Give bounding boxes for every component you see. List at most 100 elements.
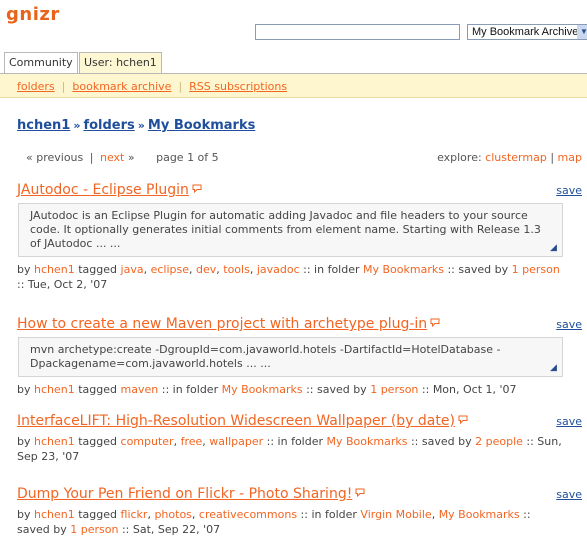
comment-bubble-icon[interactable] (458, 414, 468, 425)
meta-user-link[interactable]: hchen1 (34, 508, 75, 521)
clustermap-link[interactable]: clustermap (485, 151, 547, 164)
meta-user-link[interactable]: hchen1 (34, 383, 75, 396)
meta-in-folder: :: in folder (300, 508, 357, 521)
saved-count-link[interactable]: 1 person (512, 263, 560, 276)
previous-arrow: « (26, 151, 33, 164)
tab-community[interactable]: Community (4, 52, 78, 73)
tag-link[interactable]: dev (196, 263, 216, 276)
comment-bubble-icon[interactable] (430, 317, 440, 328)
meta-by: by (17, 508, 31, 521)
bookmark-description: mvn archetype:create -DgroupId=com.javaw… (18, 337, 563, 377)
breadcrumb: hchen1» folders» My Bookmarks (17, 118, 255, 133)
next-arrow: » (127, 151, 135, 164)
chevron-down-icon[interactable]: ▼ (577, 25, 587, 39)
meta-tagged: tagged (78, 435, 118, 448)
folder-link[interactable]: Virgin Mobile (360, 508, 431, 521)
subnav-divider: | (178, 80, 183, 93)
comment-bubble-icon[interactable] (355, 487, 365, 498)
bookmark-title-link[interactable]: How to create a new Maven project with a… (17, 316, 427, 332)
meta-saved-by: :: saved by (306, 383, 367, 396)
tag-link[interactable]: computer (121, 435, 174, 448)
tag-link[interactable]: javadoc (257, 263, 300, 276)
explore-label: explore: (437, 151, 482, 164)
breadcrumb-current-link[interactable]: My Bookmarks (148, 118, 255, 133)
save-link[interactable]: save (556, 415, 582, 428)
bookmark-meta: by hchen1 tagged flickr, photos, creativ… (17, 507, 562, 537)
subnav-folders-link[interactable]: folders (17, 80, 55, 93)
bookmark-title-link[interactable]: InterfaceLIFT: High-Resolution Widescree… (17, 413, 455, 429)
save-link[interactable]: save (556, 488, 582, 501)
tag-comma: , (249, 263, 257, 276)
folder-link[interactable]: My Bookmarks (327, 435, 408, 448)
explore-links: explore: clustermap | map (437, 151, 582, 164)
folder-link[interactable]: My Bookmarks (363, 263, 444, 276)
meta-by: by (17, 263, 31, 276)
tag-link[interactable]: free (181, 435, 203, 448)
description-text: mvn archetype:create -DgroupId=com.javaw… (30, 343, 501, 370)
tag-comma: , (143, 263, 151, 276)
comment-bubble-icon[interactable] (192, 183, 202, 194)
tag-link[interactable]: maven (121, 383, 159, 396)
tag-link[interactable]: photos (154, 508, 191, 521)
tag-link[interactable]: java (121, 263, 144, 276)
bookmark-meta: by hchen1 tagged maven :: in folder My B… (17, 382, 562, 397)
meta-user-link[interactable]: hchen1 (34, 435, 75, 448)
search-scope-value: My Bookmark Archive (472, 26, 579, 38)
meta-saved-by: :: saved by (447, 263, 509, 276)
meta-in-folder: :: in folder (161, 383, 219, 396)
subnav-bookmark-archive-link[interactable]: bookmark archive (72, 80, 171, 93)
bookmark-title-link[interactable]: JAutodoc - Eclipse Plugin (17, 182, 189, 198)
description-text: JAutodoc is an Eclipse Plugin for automa… (30, 209, 541, 250)
folder-comma: , (431, 508, 439, 521)
meta-tagged: tagged (78, 263, 118, 276)
meta-by: by (17, 383, 31, 396)
bookmark-item: Dump Your Pen Friend on Flickr - Photo S… (17, 486, 583, 537)
folder-link[interactable]: My Bookmarks (222, 383, 303, 396)
saved-count-link[interactable]: 1 person (70, 523, 118, 536)
tag-link[interactable]: tools (223, 263, 250, 276)
pager-divider: | (89, 151, 94, 164)
meta-tagged: tagged (78, 383, 118, 396)
search-input[interactable] (255, 24, 460, 40)
bookmark-title-link[interactable]: Dump Your Pen Friend on Flickr - Photo S… (17, 486, 352, 502)
pager: « previous | next » page 1 of 5 (26, 151, 219, 164)
save-link[interactable]: save (556, 184, 582, 197)
next-page-link[interactable]: next (100, 151, 124, 164)
meta-date: :: Mon, Oct 1, '07 (421, 383, 517, 396)
bookmark-meta: by hchen1 tagged java, eclipse, dev, too… (17, 262, 562, 292)
breadcrumb-folders-link[interactable]: folders (83, 118, 134, 133)
tag-link[interactable]: wallpaper (209, 435, 263, 448)
tag-comma: , (173, 435, 181, 448)
meta-in-folder: :: in folder (303, 263, 360, 276)
expand-arrow-icon[interactable]: ◢ (550, 364, 557, 373)
tag-comma: , (189, 263, 196, 276)
sub-navigation: folders | bookmark archive | RSS subscriptio… (0, 74, 587, 98)
meta-tagged: tagged (78, 508, 118, 521)
search-scope-select[interactable]: My Bookmark Archive ▼ (467, 24, 587, 40)
tab-user[interactable]: User: hchen1 (79, 52, 162, 74)
explore-divider: | (550, 151, 555, 164)
breadcrumb-user-link[interactable]: hchen1 (17, 118, 70, 133)
expand-arrow-icon[interactable]: ◢ (550, 244, 557, 253)
tag-comma: , (191, 508, 199, 521)
meta-in-folder: :: in folder (266, 435, 324, 448)
bookmark-item: JAutodoc - Eclipse Plugin save JAutodoc is… (17, 182, 583, 292)
meta-by: by (17, 435, 31, 448)
folder-link[interactable]: My Bookmarks (439, 508, 520, 521)
saved-count-link[interactable]: 2 people (475, 435, 523, 448)
tag-link[interactable]: creativecommons (199, 508, 297, 521)
bookmark-item: InterfaceLIFT: High-Resolution Widescree… (17, 413, 583, 464)
breadcrumb-separator: » (137, 119, 145, 132)
tag-link[interactable]: eclipse (151, 263, 189, 276)
meta-user-link[interactable]: hchen1 (34, 263, 75, 276)
page-info: page 1 of 5 (156, 151, 219, 164)
saved-count-link[interactable]: 1 person (370, 383, 418, 396)
bookmark-meta: by hchen1 tagged computer, free, wallpap… (17, 434, 562, 464)
gnizr-logo[interactable]: gnizr (6, 4, 60, 25)
save-link[interactable]: save (556, 318, 582, 331)
subnav-rss-link[interactable]: RSS subscriptions (189, 80, 287, 93)
tag-link[interactable]: flickr (121, 508, 148, 521)
meta-date: :: Sat, Sep 22, '07 (121, 523, 221, 536)
breadcrumb-separator: » (73, 119, 81, 132)
map-link[interactable]: map (558, 151, 582, 164)
